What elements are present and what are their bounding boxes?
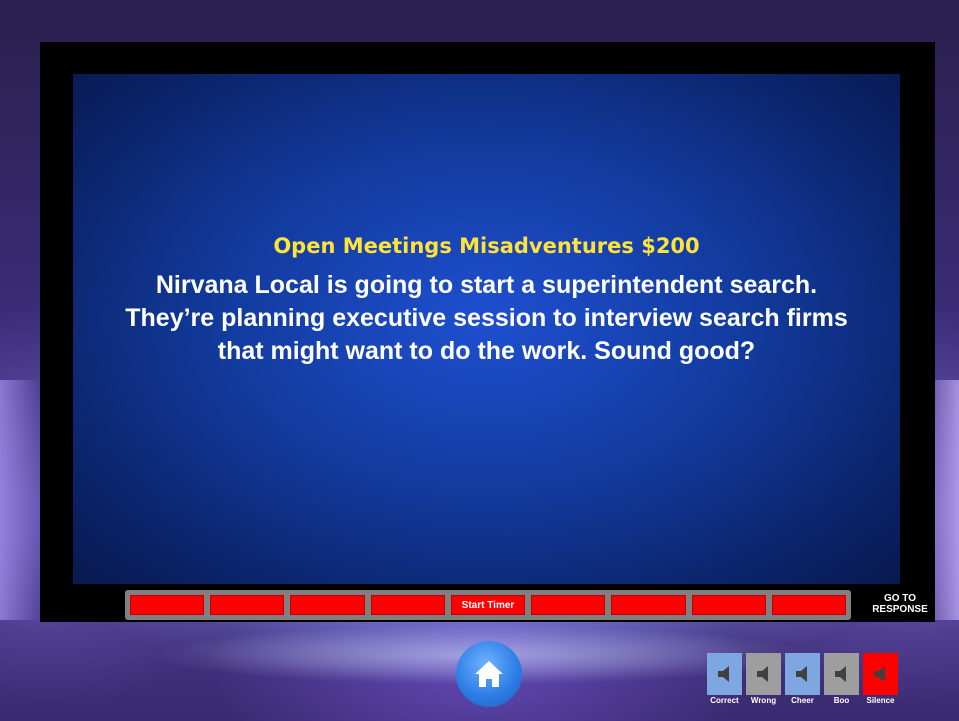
sound-boo-button[interactable]: Boo [824, 653, 859, 705]
timer-segment [531, 595, 606, 615]
sound-silence-box [863, 653, 898, 695]
sound-silence-label: Silence [866, 696, 895, 705]
stage-light-left [0, 380, 40, 620]
speaker-icon [717, 666, 729, 682]
sound-correct-label: Correct [710, 696, 739, 705]
timer-segment [370, 595, 445, 615]
monitor-frame: Open Meetings Misadventures $200 Nirvana… [40, 42, 935, 622]
sound-wrong-button[interactable]: Wrong [746, 653, 781, 705]
timer-segment [691, 595, 766, 615]
timer-segment [290, 595, 365, 615]
speaker-icon [834, 666, 846, 682]
sound-wrong-label: Wrong [750, 696, 777, 705]
clue-screen: Open Meetings Misadventures $200 Nirvana… [73, 74, 900, 584]
timer-segment [611, 595, 686, 615]
sound-cheer-box [785, 653, 820, 695]
sound-cheer-button[interactable]: Cheer [785, 653, 820, 705]
sound-correct-box [707, 653, 742, 695]
timer-segment [771, 595, 846, 615]
sound-boo-label: Boo [833, 696, 850, 705]
sound-boo-box [824, 653, 859, 695]
sound-wrong-box [746, 653, 781, 695]
clue-text: Nirvana Local is going to start a superi… [125, 271, 848, 365]
timer-bar: Start Timer [125, 590, 851, 620]
timer-segment [130, 595, 205, 615]
sound-effects-panel: Correct Wrong Cheer Boo Silence [707, 653, 898, 705]
speaker-icon [795, 666, 807, 682]
category-heading: Open Meetings Misadventures $200 [273, 234, 700, 258]
sound-correct-button[interactable]: Correct [707, 653, 742, 705]
speaker-icon [873, 666, 885, 682]
sound-silence-button[interactable]: Silence [863, 653, 898, 705]
speaker-icon [756, 666, 768, 682]
start-timer-button[interactable]: Start Timer [450, 595, 526, 615]
home-icon [475, 661, 503, 687]
timer-segment [210, 595, 285, 615]
home-button[interactable] [456, 641, 522, 707]
go-to-response-button[interactable]: GO TO RESPONSE [864, 593, 936, 615]
sound-cheer-label: Cheer [791, 696, 814, 705]
go-to-response-label: GO TO RESPONSE [872, 593, 928, 615]
